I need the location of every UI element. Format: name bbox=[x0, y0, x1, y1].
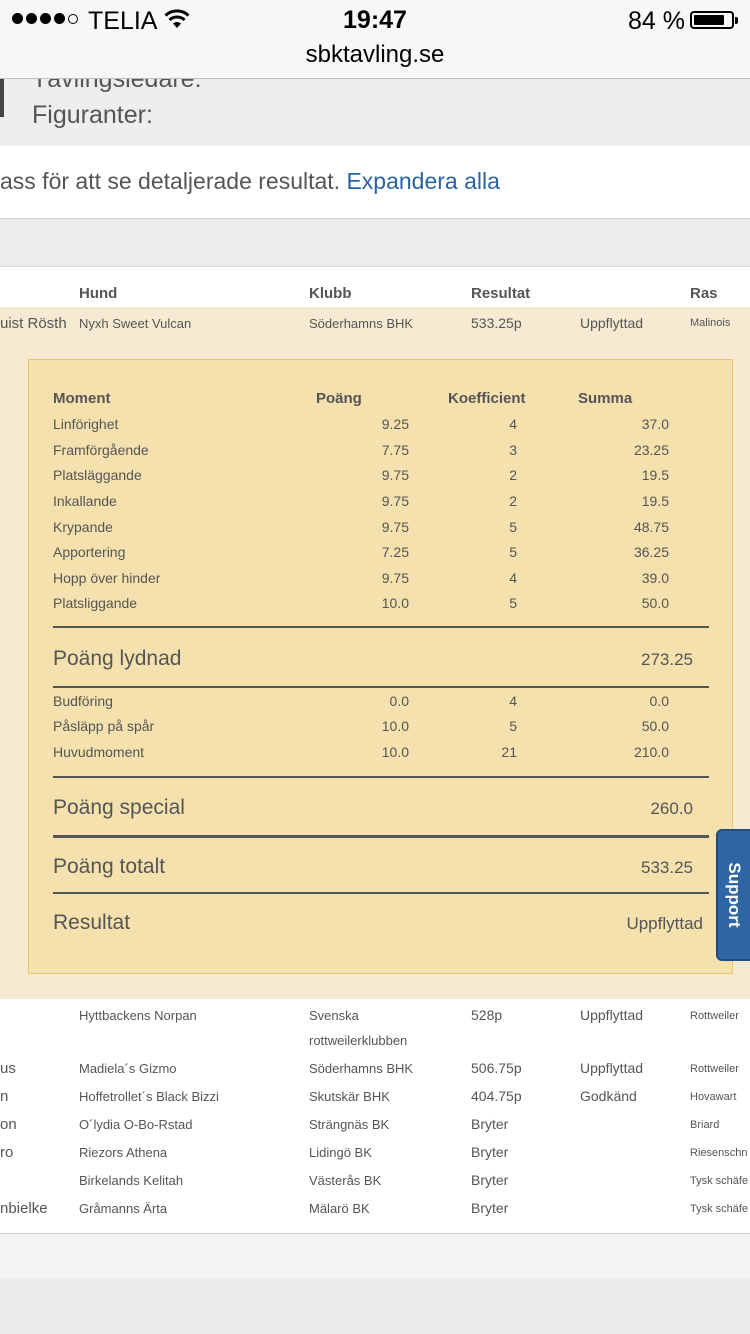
tavlingsledare-label: Tävlingsledare: bbox=[32, 79, 202, 93]
resultat-value: Uppflyttad bbox=[626, 914, 703, 933]
poang-lydnad-value: 273.25 bbox=[641, 650, 693, 669]
resultat-row: Resultat Uppflyttad bbox=[53, 911, 709, 935]
expanded-result-row[interactable]: uist Rösth Nyxh Sweet Vulcan Söderhamns … bbox=[0, 307, 750, 999]
poang-totalt-value: 533.25 bbox=[641, 858, 693, 877]
poang-lydnad-row: Poäng lydnad 273.25 bbox=[53, 647, 709, 671]
divider bbox=[53, 686, 709, 688]
header-hund: Hund bbox=[79, 285, 118, 302]
divider bbox=[53, 776, 709, 778]
header-klubb: Klubb bbox=[309, 285, 352, 302]
ios-status-bar: TELIA 19:47 84 % bbox=[0, 0, 750, 40]
club-name: Söderhamns BHK bbox=[309, 316, 414, 331]
competition-info-section: Tävlingsledare: Figuranter: bbox=[0, 79, 750, 146]
divider bbox=[53, 835, 709, 838]
page-footer bbox=[0, 1278, 750, 1334]
address-bar[interactable]: sbktavling.se bbox=[0, 40, 750, 79]
divider bbox=[53, 626, 709, 628]
score-row: Linförighet 9.25 4 37.0 bbox=[53, 416, 669, 432]
poang-special-row: Poäng special 260.0 bbox=[53, 796, 709, 820]
score-row: Platsläggande 9.75 2 19.5 bbox=[53, 467, 669, 483]
figuranter-label: Figuranter: bbox=[32, 101, 153, 129]
class-header-band bbox=[0, 219, 750, 267]
results-table: Hund Klubb Resultat Ras uist Rösth Nyxh … bbox=[0, 267, 750, 1233]
detail-header-moment: Moment bbox=[53, 390, 111, 407]
poang-totalt-label: Poäng totalt bbox=[53, 855, 166, 878]
table-row[interactable]: nbielke Gråmanns Ärta Mälarö BK Bryter T… bbox=[0, 1200, 750, 1228]
handler-name: uist Rösth bbox=[0, 315, 67, 332]
table-row[interactable]: us Madiela´s Gizmo Söderhamns BHK 506.75… bbox=[0, 1060, 750, 1088]
divider bbox=[0, 1233, 750, 1234]
score-row: Påsläpp på spår 10.0 5 50.0 bbox=[53, 718, 669, 734]
table-row[interactable]: n Hoffetrollet´s Black Bizzi Skutskär BH… bbox=[0, 1088, 750, 1116]
score-row: Platsliggande 10.0 5 50.0 bbox=[53, 595, 669, 611]
result-status: Uppflyttad bbox=[580, 315, 644, 331]
instructions-bar: ass för att se detaljerade resultat. Exp… bbox=[0, 146, 750, 219]
detail-header-koefficient: Koefficient bbox=[448, 390, 526, 407]
score-row: Huvudmoment 10.0 21 210.0 bbox=[53, 744, 669, 760]
poang-lydnad-label: Poäng lydnad bbox=[53, 647, 182, 670]
support-button[interactable]: Support bbox=[716, 829, 750, 961]
table-row[interactable]: ro Riezors Athena Lidingö BK Bryter Ries… bbox=[0, 1144, 750, 1172]
header-resultat: Resultat bbox=[471, 285, 531, 302]
divider bbox=[53, 892, 709, 894]
dog-name: Nyxh Sweet Vulcan bbox=[79, 316, 192, 331]
table-row[interactable]: Hyttbackens Norpan Svenska rottweilerklu… bbox=[0, 1007, 750, 1048]
battery-percentage: 84 % bbox=[628, 7, 685, 35]
header-ras: Ras bbox=[690, 285, 718, 302]
detail-header-summa: Summa bbox=[578, 390, 633, 407]
table-row[interactable]: on O´lydia O-Bo-Rstad Strängnäs BK Bryte… bbox=[0, 1116, 750, 1144]
instructions-text: ass för att se detaljerade resultat. bbox=[0, 168, 341, 194]
poang-totalt-row: Poäng totalt 533.25 bbox=[53, 855, 709, 879]
score-row: Apportering 7.25 5 36.25 bbox=[53, 544, 669, 560]
expand-all-link[interactable]: Expandera alla bbox=[346, 168, 499, 194]
poang-special-label: Poäng special bbox=[53, 796, 185, 819]
score-row: Hopp över hinder 9.75 4 39.0 bbox=[53, 570, 669, 586]
score-row: Framförgående 7.75 3 23.25 bbox=[53, 442, 669, 458]
table-row[interactable]: Birkelands Kelitah Västerås BK Bryter Ty… bbox=[0, 1172, 750, 1200]
score-row: Budföring 0.0 4 0.0 bbox=[53, 693, 669, 709]
poang-special-value: 260.0 bbox=[650, 799, 693, 818]
support-label: Support bbox=[725, 862, 744, 928]
result-points: 533.25p bbox=[471, 315, 522, 331]
score-detail-panel: Moment Poäng Koefficient Summa Linförigh… bbox=[28, 359, 733, 974]
battery-icon bbox=[690, 11, 738, 29]
breed: Malinois bbox=[690, 317, 731, 329]
resultat-label: Resultat bbox=[53, 911, 131, 934]
score-row: Inkallande 9.75 2 19.5 bbox=[53, 493, 669, 509]
score-row: Krypande 9.75 5 48.75 bbox=[53, 519, 669, 535]
detail-header-poang: Poäng bbox=[316, 390, 362, 407]
